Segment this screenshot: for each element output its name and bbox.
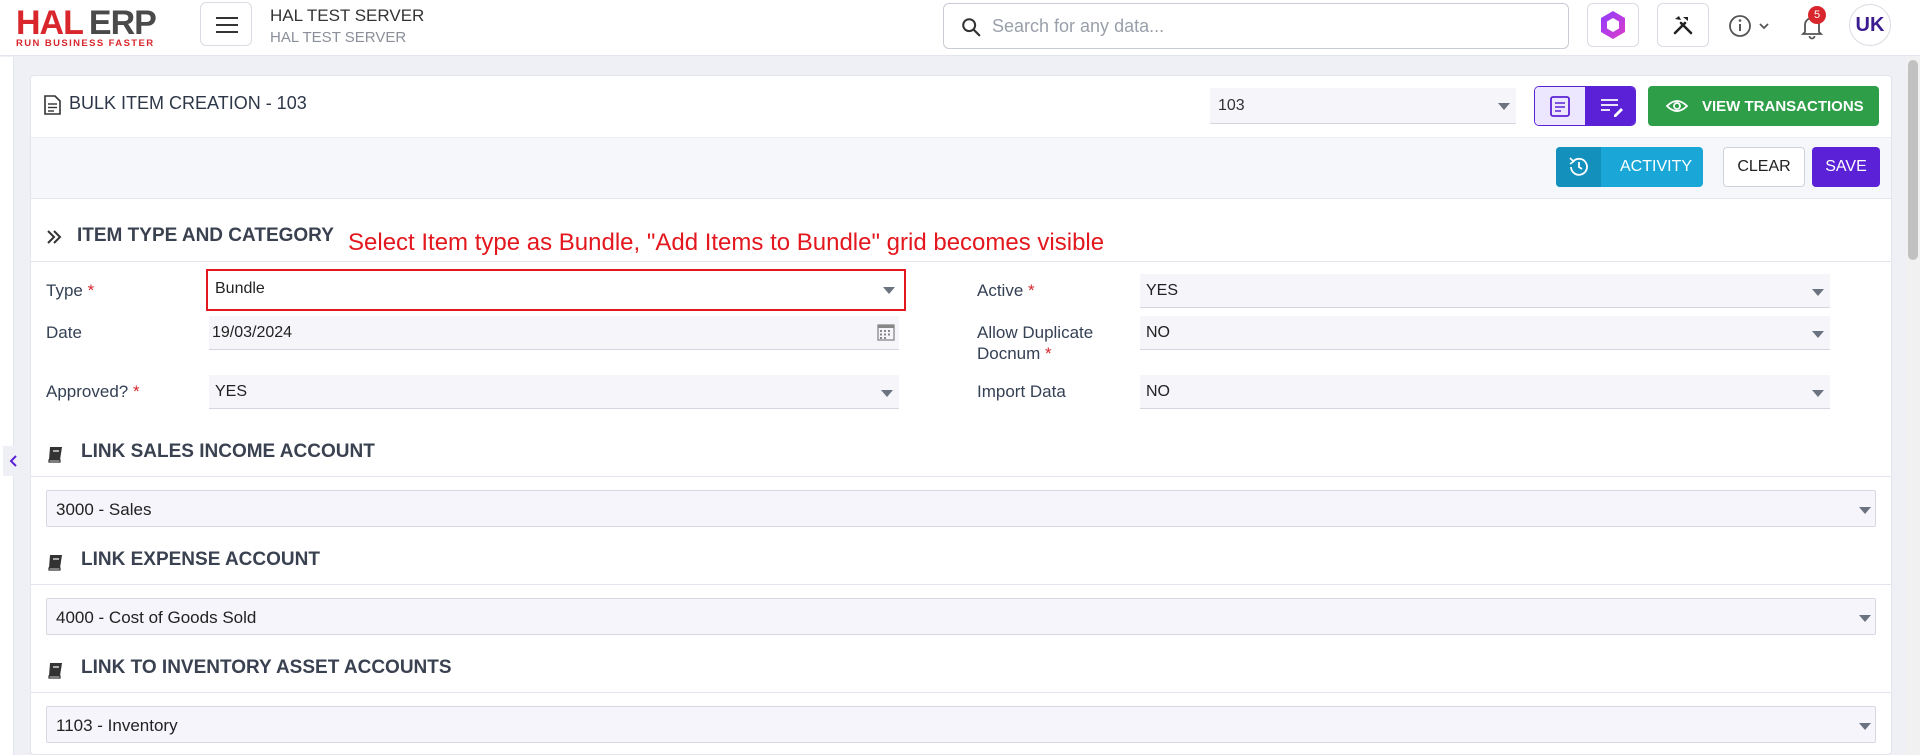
logo-tagline: RUN BUSINESS FASTER [16,38,155,49]
form-card: BULK ITEM CREATION - 103 103 VIEW TRANSA… [30,75,1892,755]
tools-button[interactable] [1657,3,1709,47]
history-icon [1569,157,1588,176]
calendar-icon[interactable] [877,323,895,341]
type-label: Type * [46,281,95,300]
clear-button[interactable]: CLEAR [1723,147,1805,187]
allow-duplicate-label: Allow Duplicate Docnum * [977,323,1094,363]
chevron-down-icon [1812,331,1824,338]
import-data-select[interactable]: NO [1140,375,1830,409]
double-chevron-right-icon[interactable] [45,228,63,246]
section-title-sales-income: LINK SALES INCOME ACCOUNT [81,441,375,462]
document-number-value: 103 [1218,97,1245,114]
form-mode-toggle [1534,86,1636,126]
info-icon [1729,15,1769,37]
section-title-item-type: ITEM TYPE AND CATEGORY [77,225,334,246]
eye-icon [1666,100,1688,112]
annotation-highlight-box [206,269,906,311]
app-logo[interactable]: HAL ERP RUN BUSINESS FASTER [16,4,186,49]
sidebar-expand-button[interactable] [3,446,25,476]
chevron-down-icon [1859,723,1871,730]
allow-duplicate-value: NO [1146,324,1170,341]
view-transactions-label: VIEW TRANSACTIONS [1702,98,1864,115]
inventory-asset-account-select[interactable]: 1103 - Inventory [46,706,1876,743]
notification-badge: 5 [1808,6,1826,24]
top-bar: HAL ERP RUN BUSINESS FASTER HAL TEST SERV… [0,0,1920,56]
chevron-down-icon [1812,390,1824,397]
approved-select[interactable]: YES [209,375,899,409]
new-document-icon [1550,96,1570,117]
approved-label: Approved? * [46,382,140,401]
page-title: BULK ITEM CREATION - 103 [69,93,307,113]
inventory-asset-account-value: 1103 - Inventory [56,716,178,735]
search-input[interactable] [992,12,1552,40]
chevron-down-icon [1498,103,1510,110]
server-info: HAL TEST SERVER HAL TEST SERVER [270,6,424,46]
edit-list-icon [1601,99,1623,117]
new-document-mode-button[interactable] [1535,87,1585,125]
form-toolbar: ACTIVITY CLEAR SAVE [31,137,1891,199]
activity-button[interactable]: ACTIVITY [1556,147,1703,187]
user-avatar[interactable]: UK [1849,4,1891,46]
view-transactions-button[interactable]: VIEW TRANSACTIONS [1648,86,1879,126]
info-menu-button[interactable] [1726,12,1778,40]
approved-value: YES [215,383,248,400]
import-data-label: Import Data [977,382,1066,401]
server-subtitle: HAL TEST SERVER [270,29,407,46]
form-header: BULK ITEM CREATION - 103 103 VIEW TRANSA… [31,76,1891,136]
book-icon [48,555,62,571]
date-input[interactable]: 19/03/2024 [209,316,899,350]
tools-icon [1673,16,1693,35]
hamburger-menu-button[interactable] [200,2,252,46]
divider [31,261,1891,262]
activity-label: ACTIVITY [1620,158,1693,175]
app-launcher-button[interactable] [1587,3,1639,47]
logo-hal: HAL [16,4,84,42]
global-search[interactable] [943,3,1569,49]
date-value: 19/03/2024 [212,324,293,341]
sales-income-account-value: 3000 - Sales [56,500,152,519]
document-icon [44,95,61,115]
scrollbar-thumb[interactable] [1908,60,1918,260]
sales-income-account-select[interactable]: 3000 - Sales [46,490,1876,527]
save-button[interactable]: SAVE [1812,147,1880,187]
book-icon [48,663,62,679]
hamburger-icon [216,17,238,19]
edit-list-mode-button[interactable] [1585,87,1635,125]
import-data-value: NO [1146,383,1170,400]
active-label: Active * [977,281,1035,300]
date-label: Date [46,323,82,342]
left-sidebar-collapsed [0,57,14,755]
expense-account-value: 4000 - Cost of Goods Sold [56,608,257,627]
allow-duplicate-select[interactable]: NO [1140,316,1830,350]
server-name: HAL TEST SERVER [270,6,425,25]
expense-account-select[interactable]: 4000 - Cost of Goods Sold [46,598,1876,635]
section-title-inventory: LINK TO INVENTORY ASSET ACCOUNTS [81,657,452,678]
chevron-down-icon [1812,289,1824,296]
book-icon [48,447,62,463]
section-title-expense: LINK EXPENSE ACCOUNT [81,549,320,570]
active-value: YES [1146,282,1179,299]
logo-erp: ERP [88,4,157,42]
hexagon-logo-icon [1601,11,1625,39]
active-select[interactable]: YES [1140,274,1830,308]
chevron-down-icon [1859,507,1871,514]
chevron-left-icon [9,455,17,467]
chevron-down-icon [881,390,893,397]
search-icon [962,18,981,37]
chevron-down-icon [1859,615,1871,622]
instruction-annotation: Select Item type as Bundle, "Add Items t… [348,229,1105,256]
document-number-select[interactable]: 103 [1210,88,1516,124]
